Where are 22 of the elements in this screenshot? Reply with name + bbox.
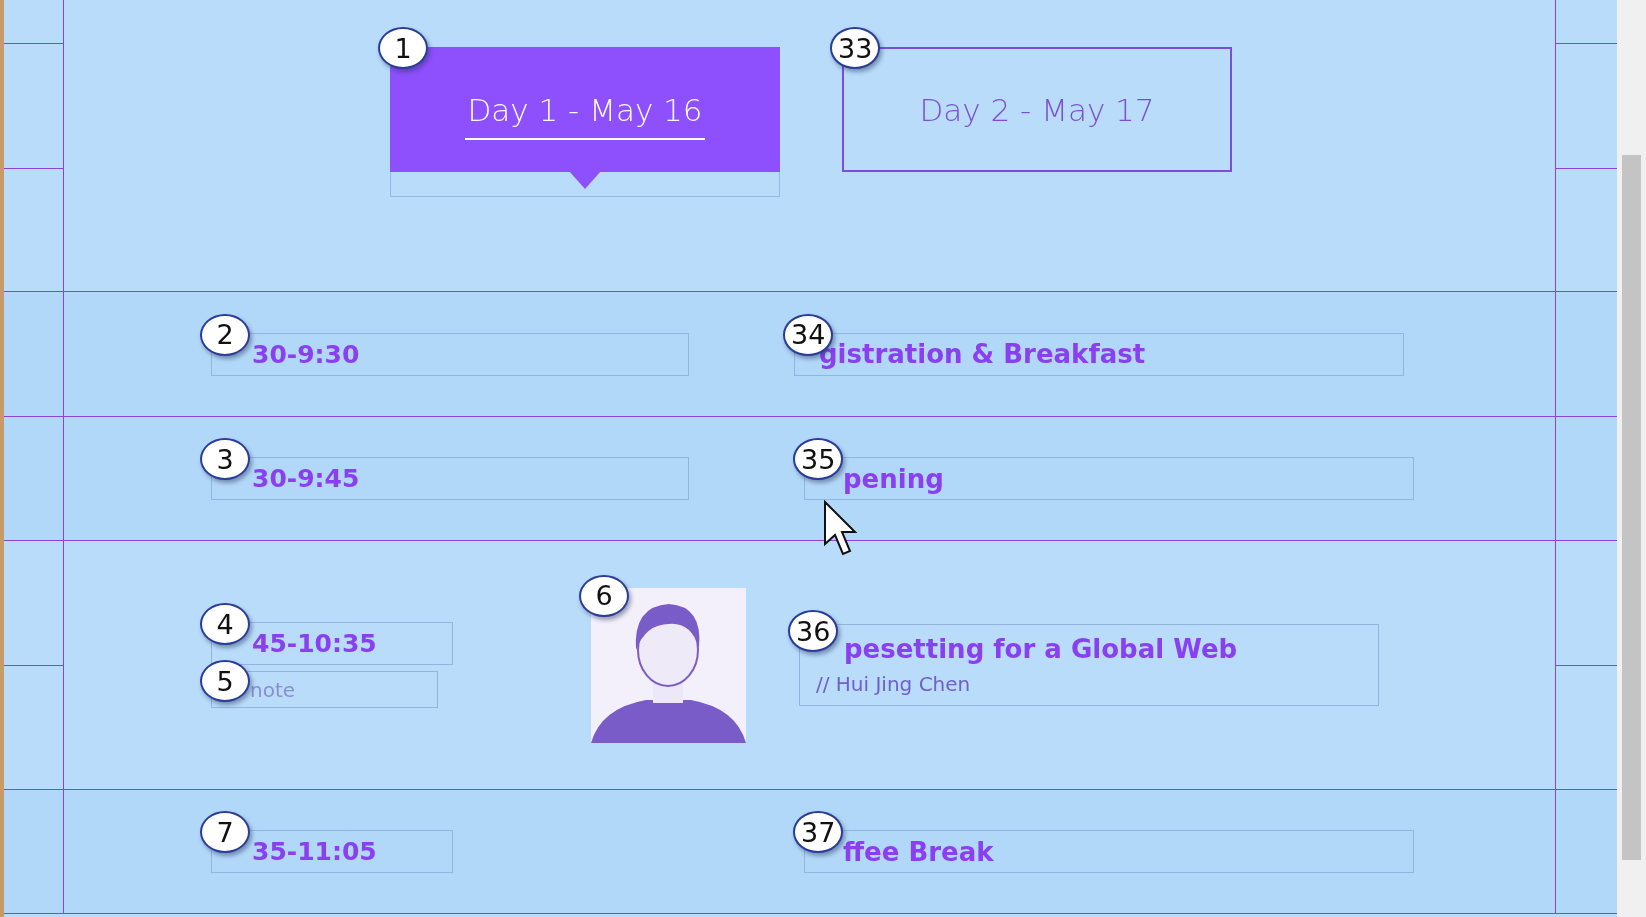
tab-order-badge: 4	[200, 603, 250, 645]
tab-order-badge: 3	[200, 438, 250, 480]
pointer-triangle-icon	[569, 171, 601, 189]
session-time: 30-9:30	[252, 339, 361, 369]
tab-order-badge: 37	[793, 811, 844, 853]
tab-order-badge: 5	[200, 660, 250, 702]
tab-order-badge: 6	[579, 574, 629, 617]
tab-order-badge: 35	[793, 438, 844, 480]
tab-order-badge: 36	[788, 610, 839, 652]
session-tag: note	[250, 677, 437, 702]
session-time: 45-10:35	[252, 629, 378, 658]
scrollbar-thumb[interactable]	[1622, 155, 1641, 860]
session-time: 30-9:45	[252, 464, 361, 493]
tab-order-badge: 2	[200, 313, 250, 356]
session-time: 35-11:05	[252, 837, 378, 866]
tab-order-badge: 7	[200, 811, 250, 853]
speaker-name: // Hui Jing Chen	[816, 672, 972, 696]
session-title: ffee Break	[843, 836, 995, 867]
tab-order-badge: 33	[830, 27, 881, 69]
session-title: pening	[843, 463, 945, 494]
tab-order-badge: 1	[378, 27, 428, 69]
session-title: pesetting for a Global Web	[843, 634, 1239, 664]
